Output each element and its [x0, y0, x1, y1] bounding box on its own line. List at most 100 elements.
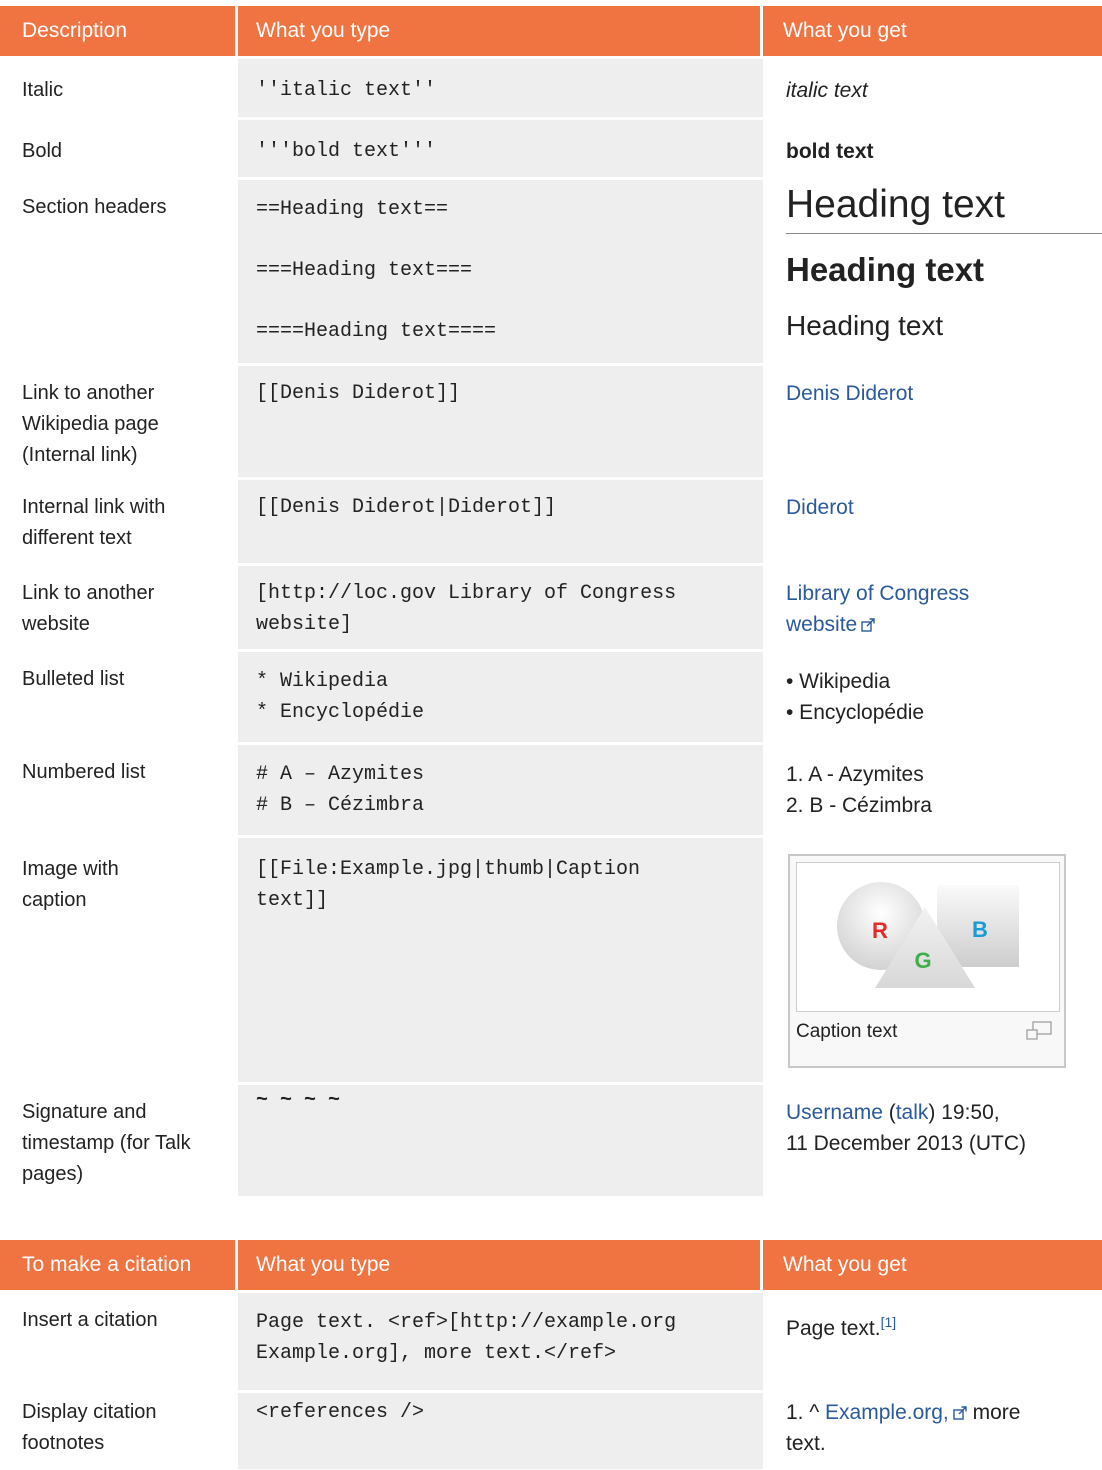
- header-description: Description: [0, 6, 235, 56]
- row-code: <references />: [238, 1393, 763, 1469]
- external-link-icon: [861, 618, 875, 632]
- desc-line: different text: [22, 527, 132, 549]
- list-item: • Wikipedia: [786, 670, 891, 693]
- username-link[interactable]: Username: [786, 1101, 883, 1124]
- code-line: Page text. <ref>[http://example.org: [256, 1311, 677, 1334]
- code-line: Example.org], more text.</ref>: [256, 1342, 617, 1365]
- desc-line: pages): [22, 1163, 84, 1185]
- code-line: # A – Azymites: [256, 763, 425, 786]
- footnote-text-end: text.: [786, 1432, 826, 1455]
- timestamp-time: 19:50,: [941, 1101, 1000, 1124]
- row-code: [[File:Example.jpg|thumb|Caption text]]: [238, 838, 763, 1082]
- row-desc: Link to another website: [0, 566, 235, 649]
- rgb-example-image: R G B: [796, 862, 1060, 1012]
- code-line: * Encyclopédie: [256, 701, 425, 724]
- syntax-table: Description What you type What you get I…: [0, 6, 1102, 1196]
- letter-g: G: [914, 948, 931, 973]
- table-row: Italic ''italic text'' italic text: [0, 59, 1102, 117]
- row-code: '''bold text''': [238, 120, 763, 177]
- code-line: [[File:Example.jpg|thumb|Caption: [256, 858, 641, 881]
- rgb-shapes-icon: R G B: [837, 882, 1019, 988]
- heading-level-4: Heading text: [786, 310, 944, 341]
- row-desc: Insert a citation: [22, 1309, 158, 1331]
- code-line: website]: [256, 613, 353, 636]
- row-desc: Internal link with different text: [0, 480, 235, 563]
- table-row: Internal link with different text [[Deni…: [0, 480, 1102, 563]
- denis-diderot-link[interactable]: Denis Diderot: [786, 382, 913, 405]
- row-code: ==Heading text== ===Heading text=== ====…: [238, 180, 763, 363]
- desc-line: footnotes: [22, 1432, 105, 1454]
- row-code: ''italic text'': [238, 59, 763, 117]
- library-of-congress-link[interactable]: Library of Congress: [786, 578, 1102, 609]
- row-desc: Image with caption: [0, 838, 235, 1082]
- enlarge-icon[interactable]: [1026, 1021, 1052, 1041]
- table-row: Image with caption [[File:Example.jpg|th…: [0, 838, 1102, 1082]
- desc-line: caption: [22, 889, 87, 911]
- row-result: Diderot: [766, 480, 1102, 563]
- header-what-you-get: What you get: [760, 1240, 1096, 1290]
- header-what-you-type: What you type: [235, 1240, 760, 1290]
- code-line: ===Heading text===: [256, 259, 473, 282]
- page-text: Page text.: [786, 1317, 881, 1340]
- header-what-you-get: What you get: [760, 6, 1096, 56]
- row-desc: Bold: [22, 140, 63, 162]
- timestamp-date: 11 December 2013 (UTC): [786, 1132, 1027, 1155]
- row-desc: Numbered list: [22, 761, 146, 783]
- table-row: Bold '''bold text''' bold text: [0, 120, 1102, 177]
- row-desc: Signature and timestamp (for Talk pages): [0, 1085, 235, 1196]
- thumb-caption: Caption text: [796, 1021, 898, 1042]
- row-desc: Italic: [22, 79, 64, 101]
- table-row: Bulleted list * Wikipedia * Encyclopédie…: [0, 652, 1102, 742]
- table-row: Display citation footnotes <references /…: [0, 1393, 1102, 1469]
- desc-line: (Internal link): [22, 444, 138, 466]
- citation-ref-link[interactable]: [1]: [881, 1314, 897, 1330]
- letter-b: B: [972, 917, 988, 942]
- row-result: Page text.[1]: [766, 1293, 1102, 1390]
- row-result: Denis Diderot: [766, 366, 1102, 477]
- row-result: 1. ^ Example.org, more text.: [766, 1393, 1102, 1469]
- table-row: Insert a citation Page text. <ref>[http:…: [0, 1293, 1102, 1390]
- row-desc: Display citation footnotes: [0, 1393, 235, 1469]
- desc-line: Link to another: [22, 382, 155, 404]
- citation-table: To make a citation What you type What yo…: [0, 1240, 1102, 1469]
- heading-level-3: Heading text: [786, 251, 985, 288]
- row-result: Username (talk) 19:50, 11 December 2013 …: [766, 1085, 1102, 1196]
- desc-line: website: [22, 613, 90, 635]
- desc-line: timestamp (for Talk: [22, 1132, 191, 1154]
- image-thumbnail[interactable]: R G B Caption text: [788, 854, 1066, 1068]
- row-result: Heading text Heading text Heading text: [766, 180, 1102, 363]
- code-line: ==Heading text==: [256, 198, 449, 221]
- row-code: * Wikipedia * Encyclopédie: [238, 652, 763, 742]
- row-code: ~ ~ ~ ~: [238, 1085, 763, 1196]
- table-row: Link to another website [http://loc.gov …: [0, 566, 1102, 649]
- external-link-icon: [953, 1406, 967, 1420]
- row-desc: Bulleted list: [22, 668, 125, 690]
- row-result: italic text: [786, 79, 868, 102]
- list-item: 1. A - Azymites: [786, 763, 924, 786]
- example-org-link[interactable]: Example.org,: [825, 1401, 949, 1424]
- row-desc: Link to another Wikipedia page (Internal…: [0, 366, 235, 477]
- row-result: • Wikipedia • Encyclopédie: [766, 652, 1102, 742]
- talk-link[interactable]: talk: [896, 1101, 929, 1124]
- desc-line: Signature and: [22, 1101, 147, 1123]
- table-row: Link to another Wikipedia page (Internal…: [0, 366, 1102, 477]
- footnote-text: more: [966, 1401, 1021, 1424]
- table-row: Numbered list # A – Azymites # B – Cézim…: [0, 745, 1102, 835]
- desc-line: Image with: [22, 858, 119, 880]
- row-result: 1. A - Azymites 2. B - Cézimbra: [766, 745, 1102, 835]
- heading-level-2: Heading text: [786, 183, 1102, 234]
- header-citation: To make a citation: [0, 1240, 235, 1290]
- code-line: * Wikipedia: [256, 670, 389, 693]
- diderot-link[interactable]: Diderot: [786, 496, 854, 519]
- website-link[interactable]: website: [786, 613, 857, 636]
- table-header: To make a citation What you type What yo…: [0, 1240, 1102, 1290]
- code-line: [http://loc.gov Library of Congress: [256, 582, 677, 605]
- code-line: text]]: [256, 889, 329, 912]
- row-code: # A – Azymites # B – Cézimbra: [238, 745, 763, 835]
- code-line: # B – Cézimbra: [256, 794, 425, 817]
- desc-line: Wikipedia page: [22, 413, 159, 435]
- table-row: Signature and timestamp (for Talk pages)…: [0, 1085, 1102, 1196]
- header-what-you-type: What you type: [235, 6, 760, 56]
- list-item: 2. B - Cézimbra: [786, 794, 932, 817]
- row-result: R G B Caption text: [766, 838, 1102, 1082]
